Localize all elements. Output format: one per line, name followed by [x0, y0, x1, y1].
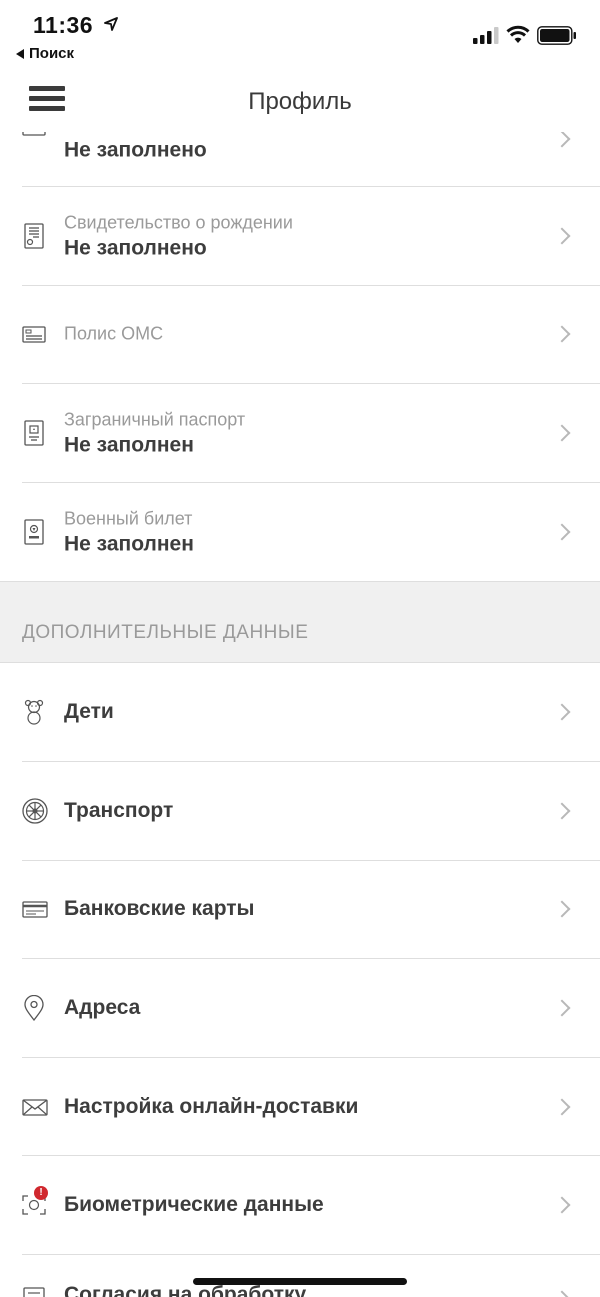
wheel-icon [22, 798, 48, 824]
profile-list[interactable]: Не заполнено Свидетельство о рождении Не… [0, 89, 600, 1297]
chevron-right-icon [553, 802, 571, 820]
wifi-icon [506, 25, 530, 43]
status-time: 11:36 [33, 12, 94, 38]
chevron-right-icon [553, 703, 571, 721]
battery-icon [537, 26, 576, 45]
insurance-card-icon [22, 326, 46, 344]
certificate-icon [24, 223, 44, 249]
document-title: Заграничный паспорт [64, 409, 246, 430]
row-label: Настройка онлайн-доставки [64, 1094, 359, 1118]
chevron-right-icon [553, 900, 571, 918]
additional-row-children[interactable]: Дети [22, 663, 600, 762]
biometric-icon-wrapper: ! [22, 1186, 48, 1218]
row-label: Согласия на обработку [64, 1282, 307, 1297]
document-title: Полис ОМС [64, 323, 164, 344]
home-indicator[interactable] [193, 1278, 407, 1285]
alert-badge: ! [34, 1186, 48, 1201]
chevron-right-icon [553, 1290, 571, 1297]
location-pin-icon [24, 994, 44, 1021]
row-label: Банковские карты [64, 897, 255, 921]
chevron-right-icon [553, 325, 571, 343]
section-header-additional: ДОПОЛНИТЕЛЬНЫЕ ДАННЫЕ [0, 581, 600, 664]
military-id-icon [24, 519, 44, 545]
teddy-bear-icon [24, 700, 44, 725]
row-label: Транспорт [64, 798, 174, 822]
document-value: Не заполнен [64, 532, 194, 556]
chevron-right-icon [553, 130, 571, 148]
chevron-right-icon [553, 424, 571, 442]
document-value: Не заполнено [64, 138, 207, 162]
document-value: Не заполнено [64, 236, 207, 260]
bank-card-icon [22, 901, 48, 919]
cellular-signal-icon [473, 27, 499, 44]
chevron-right-icon [553, 999, 571, 1017]
document-row-oms-policy[interactable]: Полис ОМС [22, 286, 600, 385]
row-label: Дети [64, 700, 114, 724]
row-label: Адреса [64, 995, 141, 1019]
envelope-icon [22, 1098, 48, 1116]
document-value: Не заполнен [64, 433, 194, 457]
navigation-bar: Профиль [0, 72, 600, 132]
additional-row-online-delivery[interactable]: Настройка онлайн-доставки [22, 1058, 600, 1157]
page-title: Профиль [248, 88, 352, 115]
document-title: Свидетельство о рождении [64, 212, 293, 233]
document-row-birth-certificate[interactable]: Свидетельство о рождении Не заполнено [22, 187, 600, 286]
back-to-app-button[interactable]: Поиск [16, 45, 74, 62]
chevron-right-icon [553, 1098, 571, 1116]
additional-row-transport[interactable]: Транспорт [22, 762, 600, 861]
location-arrow-icon [104, 17, 118, 31]
document-row-military-id[interactable]: Военный билет Не заполнен [22, 483, 600, 582]
row-label: Биометрические данные [64, 1193, 324, 1217]
additional-row-biometrics[interactable]: ! Биометрические данные [22, 1156, 600, 1255]
chevron-right-icon [553, 1196, 571, 1214]
passport-icon [24, 420, 44, 446]
document-row-foreign-passport[interactable]: Заграничный паспорт Не заполнен [22, 384, 600, 483]
section-title: ДОПОЛНИТЕЛЬНЫЕ ДАННЫЕ [22, 622, 309, 644]
chevron-right-icon [553, 227, 571, 245]
additional-row-consents[interactable]: Согласия на обработку [22, 1255, 600, 1297]
back-triangle-icon [16, 48, 24, 59]
additional-row-bank-cards[interactable]: Банковские карты [22, 861, 600, 960]
status-bar: 11:36 Поиск [0, 0, 600, 72]
chevron-right-icon [553, 523, 571, 541]
additional-row-addresses[interactable]: Адреса [22, 959, 600, 1058]
consent-icon [23, 1287, 45, 1297]
document-title: Военный билет [64, 508, 193, 529]
back-app-label: Поиск [29, 45, 75, 62]
